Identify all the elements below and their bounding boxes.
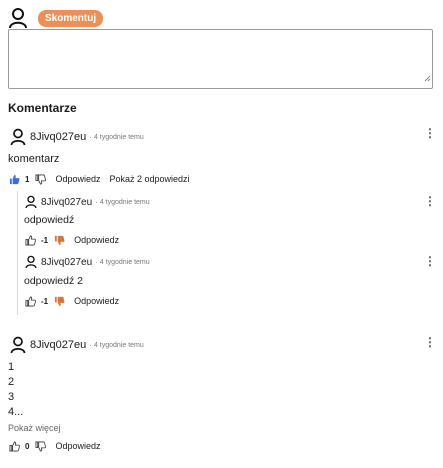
comment-actions: 1 Odpowiedz Pokaż 2 odpowiedzi [9, 172, 190, 186]
user-avatar-icon [25, 255, 37, 269]
thumb-down-icon[interactable] [35, 174, 47, 185]
thumb-up-icon[interactable] [9, 441, 20, 452]
comment-time: 4 tygodnie temu [93, 133, 144, 141]
separator-dot: · [95, 197, 98, 207]
comment-text-line: 1 [8, 361, 15, 373]
reply-button[interactable]: Odpowiedz [55, 441, 100, 451]
comment-header: 8Jivq027eu · 4 tygodnie temu [10, 127, 144, 147]
reply-author[interactable]: 8Jivq027eu [41, 257, 92, 268]
reply-header: 8Jivq027eu · 4 tygodnie temu [25, 252, 150, 272]
comment-text-line: 2 [8, 376, 15, 388]
separator-dot: · [89, 340, 92, 350]
reply-button[interactable]: Odpowiedz [74, 235, 119, 245]
user-avatar-icon [25, 195, 37, 209]
vote-count: 0 [25, 441, 30, 451]
replies-thread-line [17, 191, 18, 315]
comment-text-line: 4... [8, 406, 24, 418]
reply-text: odpowiedź [24, 214, 75, 226]
vote-count: -1 [41, 235, 49, 245]
vote-count: 1 [25, 174, 30, 184]
comment-time: 4 tygodnie temu [93, 341, 144, 349]
reply-button[interactable]: Odpowiedz [55, 174, 100, 184]
resize-grip-icon[interactable] [423, 69, 431, 87]
user-avatar-icon [10, 128, 26, 146]
thumb-up-icon[interactable] [9, 174, 20, 185]
user-avatar-icon [8, 7, 28, 29]
kebab-menu-icon[interactable]: ⋮ [424, 336, 436, 348]
thumb-down-icon[interactable] [35, 441, 47, 452]
comment-text: komentarz [8, 153, 60, 165]
kebab-menu-icon[interactable]: ⋮ [424, 127, 436, 139]
thumb-up-icon[interactable] [25, 296, 36, 307]
comment-author[interactable]: 8Jivq027eu [30, 131, 86, 143]
kebab-menu-icon[interactable]: ⋮ [424, 255, 436, 267]
reply-button[interactable]: Odpowiedz [74, 296, 119, 306]
separator-dot: · [89, 132, 92, 142]
reply-actions: -1 Odpowiedz [25, 294, 119, 308]
comment-text-line: 3 [8, 391, 15, 403]
thumb-down-icon[interactable] [54, 296, 65, 307]
submit-comment-button[interactable]: Skomentuj [38, 9, 104, 27]
comment-header: 8Jivq027eu · 4 tygodnie temu [10, 335, 144, 355]
thumb-up-icon[interactable] [25, 235, 36, 246]
user-avatar-icon [10, 336, 26, 354]
show-replies-button[interactable]: Pokaż 2 odpowiedzi [109, 174, 189, 184]
separator-dot: · [95, 257, 98, 267]
reply-time: 4 tygodnie temu [99, 258, 150, 266]
reply-time: 4 tygodnie temu [99, 198, 150, 206]
comment-textarea[interactable] [8, 29, 433, 89]
comment-author[interactable]: 8Jivq027eu [30, 339, 86, 351]
vote-count: -1 [41, 296, 49, 306]
thumb-down-icon[interactable] [54, 235, 65, 246]
show-more-link[interactable]: Pokaż więcej [8, 423, 61, 433]
composer-header: Skomentuj [8, 7, 104, 29]
reply-author[interactable]: 8Jivq027eu [41, 197, 92, 208]
kebab-menu-icon[interactable]: ⋮ [424, 195, 436, 207]
reply-text: odpowiedź 2 [24, 275, 83, 287]
comments-section-title: Komentarze [8, 101, 77, 115]
reply-header: 8Jivq027eu · 4 tygodnie temu [25, 192, 150, 212]
comment-actions: 0 Odpowiedz [9, 439, 100, 453]
reply-actions: -1 Odpowiedz [25, 233, 119, 247]
